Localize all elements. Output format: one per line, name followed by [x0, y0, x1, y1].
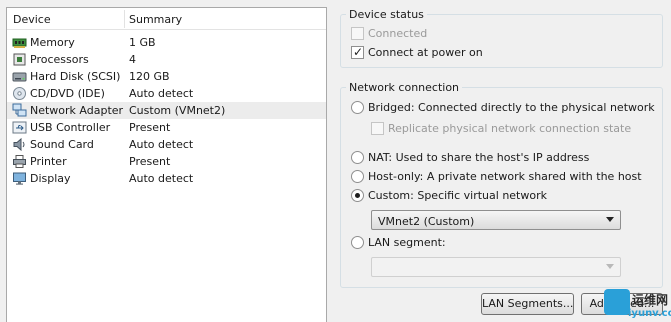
device-row-hard-disk[interactable]: Hard Disk (SCSI) 120 GB: [7, 68, 326, 85]
replicate-state-checkbox[interactable]: Replicate physical network connection st…: [371, 122, 651, 136]
checkmark-icon: ✓: [353, 45, 364, 59]
watermark-logo: 运维网 iyunv.com: [604, 289, 671, 322]
device-row-memory[interactable]: Memory 1 GB: [7, 34, 326, 51]
device-summary: Auto detect: [129, 138, 194, 151]
device-name: Network Adapter: [30, 104, 124, 117]
device-table-header: Device Summary: [7, 8, 326, 30]
device-name: USB Controller: [30, 121, 111, 134]
device-summary: Custom (VMnet2): [129, 104, 226, 117]
host-only-label: Host-only: A private network shared with…: [368, 170, 642, 183]
checkbox-box[interactable]: [371, 122, 384, 135]
hard-disk-icon: [12, 69, 27, 84]
device-name: CD/DVD (IDE): [30, 87, 105, 100]
chevron-down-icon: [606, 264, 614, 269]
device-status-title: Device status: [346, 8, 427, 21]
custom-label: Custom: Specific virtual network: [368, 189, 547, 202]
device-row-sound-card[interactable]: Sound Card Auto detect: [7, 136, 326, 153]
lan-segment-select[interactable]: [371, 257, 621, 277]
custom-radio[interactable]: Custom: Specific virtual network: [351, 189, 651, 203]
vmnet-select[interactable]: VMnet2 (Custom): [371, 210, 621, 230]
device-row-network-adapter[interactable]: Network Adapter Custom (VMnet2): [7, 102, 326, 119]
device-summary: Auto detect: [129, 87, 194, 100]
cd-dvd-icon: [12, 86, 27, 101]
column-header-summary[interactable]: Summary: [129, 13, 182, 26]
lan-segment-radio[interactable]: LAN segment:: [351, 236, 551, 250]
checkbox-box[interactable]: [351, 27, 364, 40]
radio-circle[interactable]: [351, 170, 364, 183]
watermark-title: 运维网: [632, 293, 669, 307]
network-connection-group: Network connection Bridged: Connected di…: [340, 81, 663, 288]
device-status-group: Device status Connected ✓ Connect at pow…: [340, 8, 663, 68]
display-icon: [12, 171, 27, 186]
device-name: Sound Card: [30, 138, 94, 151]
device-name: Display: [30, 172, 71, 185]
device-row-display[interactable]: Display Auto detect: [7, 170, 326, 187]
bridged-radio[interactable]: Bridged: Connected directly to the physi…: [351, 101, 655, 115]
checkbox-box[interactable]: ✓: [351, 45, 364, 59]
sound-card-icon: [12, 137, 27, 152]
device-summary: 4: [129, 53, 136, 66]
device-name: Printer: [30, 155, 67, 168]
connect-at-power-on-label: Connect at power on: [368, 46, 483, 59]
connected-checkbox[interactable]: Connected: [351, 27, 551, 41]
radio-selected-dot: [355, 193, 360, 198]
radio-circle[interactable]: [351, 101, 364, 114]
bridged-label: Bridged: Connected directly to the physi…: [368, 101, 655, 114]
lan-segment-label: LAN segment:: [368, 236, 446, 249]
nat-label: NAT: Used to share the host's IP address: [368, 151, 590, 164]
radio-circle[interactable]: [351, 189, 364, 202]
host-only-radio[interactable]: Host-only: A private network shared with…: [351, 170, 651, 184]
column-header-device[interactable]: Device: [13, 13, 51, 26]
device-row-printer[interactable]: Printer Present: [7, 153, 326, 170]
device-row-usb-controller[interactable]: USB Controller Present: [7, 119, 326, 136]
memory-icon: [12, 35, 27, 50]
device-list: Device Summary Memory 1 GB Processors 4 …: [6, 7, 327, 322]
watermark-badge-icon: [604, 289, 630, 315]
device-summary: 1 GB: [129, 36, 156, 49]
column-divider[interactable]: [124, 10, 125, 28]
device-row-cd-dvd[interactable]: CD/DVD (IDE) Auto detect: [7, 85, 326, 102]
device-name: Memory: [30, 36, 75, 49]
vmnet-select-value: VMnet2 (Custom): [378, 215, 475, 228]
usb-icon: [12, 120, 27, 135]
watermark-url: iyunv.com: [628, 308, 671, 319]
network-connection-title: Network connection: [346, 81, 463, 94]
lan-segments-button[interactable]: LAN Segments...: [481, 293, 574, 315]
network-adapter-icon: [12, 103, 27, 118]
replicate-state-label: Replicate physical network connection st…: [388, 122, 632, 135]
connected-label: Connected: [368, 27, 428, 40]
device-name: Hard Disk (SCSI): [30, 70, 121, 83]
processor-icon: [12, 52, 27, 67]
nat-radio[interactable]: NAT: Used to share the host's IP address: [351, 151, 651, 165]
device-row-processors[interactable]: Processors 4: [7, 51, 326, 68]
radio-circle[interactable]: [351, 151, 364, 164]
device-summary: Present: [129, 155, 171, 168]
device-summary: Auto detect: [129, 172, 194, 185]
chevron-down-icon: [606, 217, 614, 222]
device-summary: 120 GB: [129, 70, 170, 83]
device-summary: Present: [129, 121, 171, 134]
radio-circle[interactable]: [351, 236, 364, 249]
device-name: Processors: [30, 53, 89, 66]
printer-icon: [12, 154, 27, 169]
connect-at-power-on-checkbox[interactable]: ✓ Connect at power on: [351, 45, 551, 60]
